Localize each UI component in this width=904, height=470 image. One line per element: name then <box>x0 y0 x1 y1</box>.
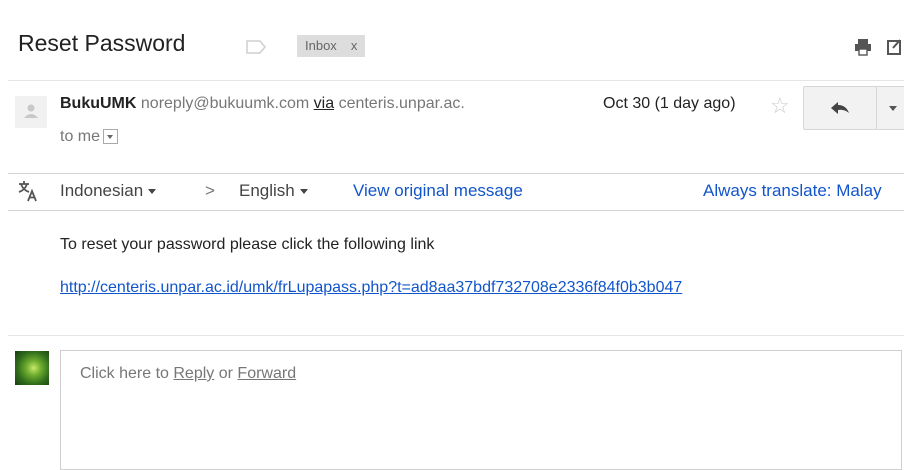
sender-email: noreply@bukuumk.com <box>140 95 310 112</box>
user-avatar <box>15 351 49 385</box>
recipient-line: to me <box>60 128 119 146</box>
body-divider <box>8 335 904 336</box>
reply-prompt: Click here to Reply or Forward <box>80 365 296 383</box>
reply-prompt-prefix: Click here to <box>80 365 169 382</box>
via-link[interactable]: via <box>314 95 334 112</box>
always-translate-link[interactable]: Always translate: Malay <box>703 181 882 201</box>
source-language-label: Indonesian <box>60 181 144 200</box>
message-body-text: To reset your password please click the … <box>60 236 435 253</box>
recipient-details-dropdown-icon[interactable] <box>103 129 119 145</box>
chevron-down-icon <box>148 189 157 195</box>
chevron-down-icon <box>299 189 308 195</box>
target-language-label: English <box>239 181 295 200</box>
reply-arrow-icon <box>831 102 849 114</box>
message-date: Oct 30 (1 day ago) <box>603 95 736 112</box>
label-name: Inbox <box>305 38 337 53</box>
new-window-icon[interactable] <box>887 39 901 55</box>
star-icon[interactable]: ☆ <box>770 95 790 117</box>
reply-prompt-or: or <box>218 365 233 382</box>
sender-line: BukuUMK noreply@bukuumk.com via centeris… <box>60 95 465 113</box>
inbox-label-chip[interactable]: Inbox x <box>297 35 366 57</box>
via-domain: centeris.unpar.ac. <box>338 95 465 112</box>
sender-name[interactable]: BukuUMK <box>60 95 136 112</box>
source-language-selector[interactable]: Indonesian <box>60 181 157 201</box>
sender-avatar-placeholder-icon <box>15 96 47 128</box>
reply-link[interactable]: Reply <box>173 365 214 382</box>
translate-icon <box>18 181 37 202</box>
reply-button[interactable] <box>803 86 877 130</box>
view-original-link[interactable]: View original message <box>353 181 523 201</box>
more-actions-dropdown-button[interactable] <box>876 86 904 130</box>
importance-marker-icon[interactable] <box>246 40 266 54</box>
recipient-text: to me <box>60 128 101 145</box>
email-subject: Reset Password <box>18 30 186 56</box>
print-icon[interactable] <box>855 39 871 56</box>
translate-arrow: > <box>205 181 215 200</box>
header-actions <box>855 39 901 56</box>
remove-label-button[interactable]: x <box>351 38 358 53</box>
forward-link[interactable]: Forward <box>237 365 296 382</box>
header-divider <box>8 80 904 81</box>
target-language-selector[interactable]: English <box>239 181 308 201</box>
reset-password-link[interactable]: http://centeris.unpar.ac.id/umk/frLupapa… <box>60 279 682 297</box>
